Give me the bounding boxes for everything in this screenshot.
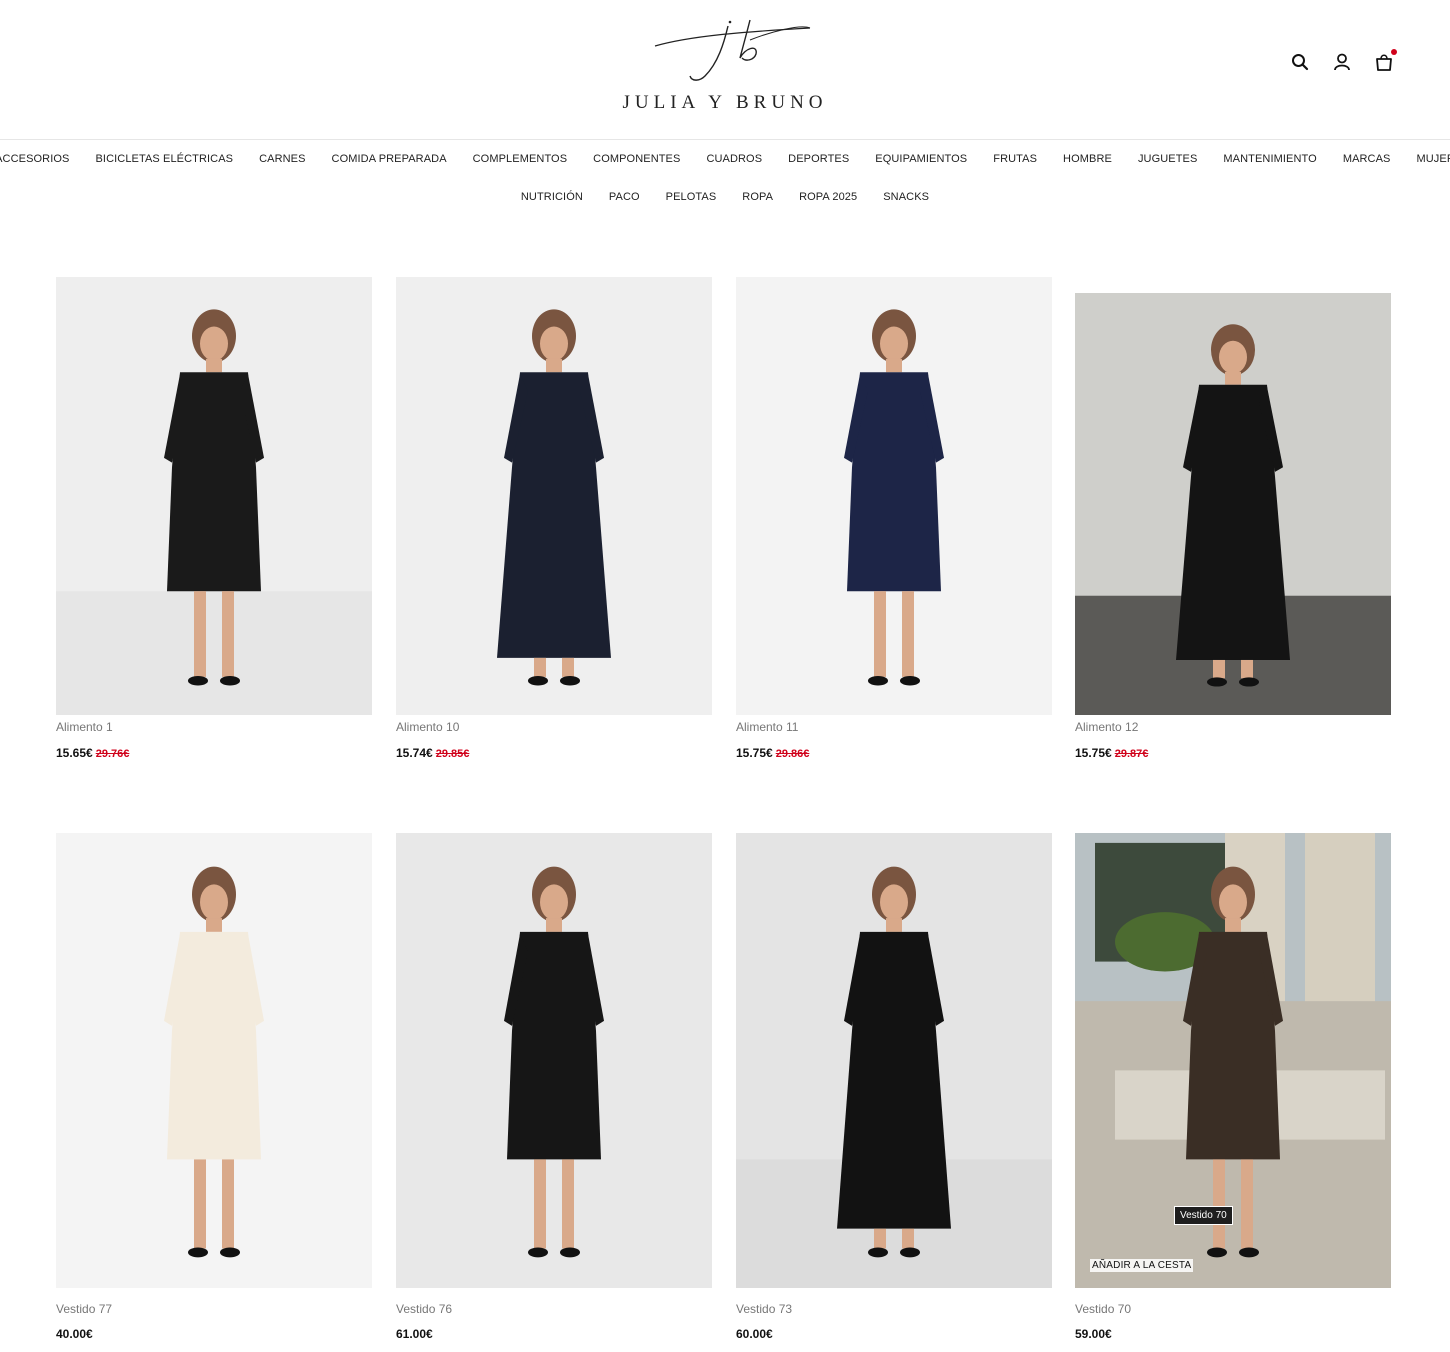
nav-item[interactable]: SNACKS: [870, 191, 942, 203]
product-name[interactable]: Alimento 1: [56, 720, 113, 734]
nav-item[interactable]: HOMBRE: [1050, 153, 1125, 165]
nav-item[interactable]: CARNES: [246, 153, 318, 165]
product-price: 61.00€: [396, 1327, 433, 1341]
product-name[interactable]: Vestido 77: [56, 1302, 112, 1316]
nav-item[interactable]: MANTENIMIENTO: [1210, 153, 1329, 165]
nav-item[interactable]: COMIDA PREPARADA: [319, 153, 460, 165]
nav-item[interactable]: FRUTAS: [980, 153, 1050, 165]
product-image[interactable]: [736, 833, 1052, 1288]
product-old-price: 29.85€: [435, 748, 470, 760]
nav-item[interactable]: COMPONENTES: [580, 153, 693, 165]
product-price: 59.00€: [1075, 1327, 1112, 1341]
product-name[interactable]: Alimento 11: [736, 720, 798, 734]
nav-item[interactable]: NUTRICIÓN: [508, 191, 596, 203]
main-navigation: ACCESORIOS BICICLETAS ELÉCTRICAS CARNES COM…: [0, 140, 1450, 216]
product-image[interactable]: [396, 833, 712, 1288]
cart-icon[interactable]: [1374, 49, 1397, 72]
monogram-logo: [654, 19, 811, 81]
product-price: 15.65€: [56, 746, 93, 760]
product-image[interactable]: [396, 277, 712, 715]
product-price: 15.75€: [1075, 746, 1112, 760]
product-price-block: 59.00€: [1075, 1327, 1112, 1341]
product-price-block: 15.75€ 29.87€: [1075, 746, 1148, 760]
nav-item[interactable]: ACCESORIOS: [0, 153, 82, 165]
product-name[interactable]: Vestido 70: [1075, 1302, 1131, 1316]
nav-item[interactable]: MUJER: [1403, 153, 1450, 165]
product-price-block: 15.74€ 29.85€: [396, 746, 469, 760]
cart-badge-dot: [1391, 49, 1397, 55]
nav-item[interactable]: BICICLETAS ELÉCTRICAS: [82, 153, 246, 165]
product-tooltip: Vestido 70: [1174, 1206, 1233, 1225]
product-image[interactable]: [1075, 293, 1391, 715]
product-price: 40.00€: [56, 1327, 93, 1341]
nav-item[interactable]: CUADROS: [693, 153, 775, 165]
nav-item[interactable]: COMPLEMENTOS: [460, 153, 581, 165]
nav-item[interactable]: PACO: [596, 191, 653, 203]
nav-row-1: ACCESORIOS BICICLETAS ELÉCTRICAS CARNES COM…: [0, 140, 1450, 178]
nav-item[interactable]: PELOTAS: [653, 191, 730, 203]
product-price-block: 15.65€ 29.76€: [56, 746, 129, 760]
product-price: 60.00€: [736, 1327, 773, 1341]
nav-item[interactable]: DEPORTES: [775, 153, 862, 165]
site-header: JULIA Y BRUNO: [0, 0, 1450, 140]
nav-item[interactable]: EQUIPAMIENTOS: [862, 153, 980, 165]
nav-row-2: NUTRICIÓN PACO PELOTAS ROPA ROPA 2025 SNACKS: [0, 178, 1450, 216]
product-price-block: 61.00€: [396, 1327, 433, 1341]
product-image[interactable]: [56, 833, 372, 1288]
product-old-price: 29.87€: [1114, 748, 1149, 760]
nav-item[interactable]: ROPA 2025: [786, 191, 870, 203]
header-actions: [1290, 49, 1397, 72]
product-old-price: 29.86€: [775, 748, 810, 760]
nav-item[interactable]: JUGUETES: [1125, 153, 1210, 165]
search-icon[interactable]: [1290, 52, 1310, 72]
product-price: 15.74€: [396, 746, 433, 760]
nav-item[interactable]: ROPA: [729, 191, 786, 203]
product-price-block: 60.00€: [736, 1327, 773, 1341]
product-image[interactable]: [1075, 833, 1391, 1288]
product-name[interactable]: Vestido 73: [736, 1302, 792, 1316]
product-price: 15.75€: [736, 746, 773, 760]
add-to-cart-button[interactable]: AÑADIR A LA CESTA: [1090, 1259, 1194, 1272]
product-image[interactable]: [56, 277, 372, 715]
product-price-block: 15.75€ 29.86€: [736, 746, 809, 760]
product-name[interactable]: Alimento 10: [396, 720, 459, 734]
product-old-price: 29.76€: [95, 748, 130, 760]
product-name[interactable]: Alimento 12: [1075, 720, 1138, 734]
product-price-block: 40.00€: [56, 1327, 93, 1341]
brand-name: JULIA Y BRUNO: [622, 92, 828, 113]
product-name[interactable]: Vestido 76: [396, 1302, 452, 1316]
nav-item[interactable]: MARCAS: [1330, 153, 1404, 165]
brand-logo[interactable]: JULIA Y BRUNO: [600, 18, 850, 118]
product-image[interactable]: [736, 277, 1052, 715]
user-icon[interactable]: [1332, 52, 1352, 72]
